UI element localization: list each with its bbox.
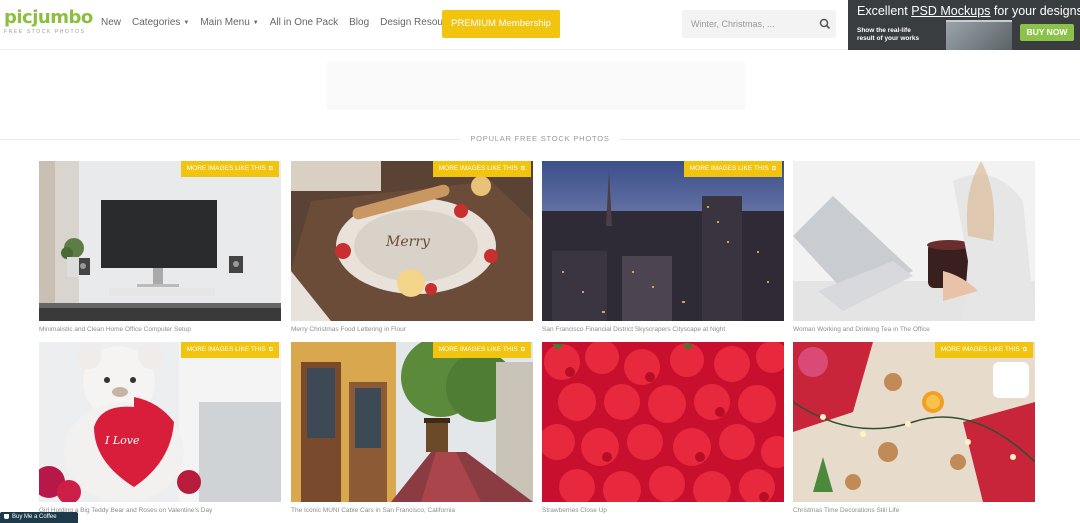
nav-all-in-one-pack[interactable]: All in One Pack — [270, 17, 338, 28]
main-nav: New Categories ▼ Main Menu ▼ All in One Pa… — [101, 17, 473, 28]
photo-card[interactable]: MORE IMAGES LIKE THIS ⧉ The Iconic MUNI C… — [291, 342, 533, 514]
ad-buy-now-button[interactable]: BUY NOW — [1020, 24, 1074, 41]
logo-tagline: FREE STOCK PHOTOS — [4, 29, 86, 35]
external-link-icon: ⧉ — [520, 166, 525, 172]
nav-label: Categories — [132, 17, 181, 28]
more-images-badge[interactable]: MORE IMAGES LIKE THIS ⧉ — [180, 161, 279, 177]
photo-caption[interactable]: Woman Working and Drinking Tea in The Of… — [793, 326, 1035, 333]
nav-new[interactable]: New — [101, 17, 121, 28]
svg-text:I Love: I Love — [104, 434, 140, 447]
nav-label: All in One Pack — [269, 17, 339, 28]
more-images-badge[interactable]: MORE IMAGES LIKE THIS ⧉ — [432, 342, 531, 358]
photo-thumbnail[interactable]: MORE IMAGES LIKE THIS ⧉ — [542, 161, 784, 321]
external-link-icon: ⧉ — [520, 347, 525, 353]
more-images-badge[interactable]: MORE IMAGES LIKE THIS ⧉ — [934, 342, 1033, 358]
nav-label: Blog — [349, 17, 370, 28]
photo-thumbnail[interactable] — [793, 161, 1035, 321]
photo-caption[interactable]: Christmas Time Decorations Still Life — [793, 507, 1035, 514]
nav-label: New — [101, 17, 122, 28]
photo-card[interactable]: Strawberries Close Up — [542, 342, 784, 514]
buy-me-a-coffee-button[interactable]: Buy Me a Coffee — [0, 512, 78, 523]
site-header: picjumbo FREE STOCK PHOTOS New Categorie… — [0, 0, 1080, 50]
photo-card[interactable]: I Love MORE IMAGES LIKE THIS ⧉ Girl Holdi… — [39, 342, 281, 514]
more-images-badge[interactable]: MORE IMAGES LIKE THIS ⧉ — [683, 161, 782, 177]
photo-card[interactable]: MORE IMAGES LIKE THIS ⧉ Minimalistic and … — [39, 161, 281, 333]
nav-categories[interactable]: Categories ▼ — [132, 17, 189, 28]
more-images-badge[interactable]: MORE IMAGES LIKE THIS ⧉ — [432, 161, 531, 177]
photo-card[interactable]: Merry MORE IMAGES LIKE THIS ⧉ Merry Chris… — [291, 161, 533, 333]
coffee-cup-icon — [4, 514, 9, 519]
photo-thumbnail[interactable]: Merry MORE IMAGES LIKE THIS ⧉ — [291, 161, 533, 321]
search-input[interactable] — [682, 10, 836, 38]
photo-thumbnail[interactable]: MORE IMAGES LIKE THIS ⧉ — [291, 342, 533, 502]
photo-caption[interactable]: Merry Christmas Food Lettering in Flour — [291, 326, 533, 333]
photo-card[interactable]: Woman Working and Drinking Tea in The Of… — [793, 161, 1035, 333]
photo-card[interactable]: MORE IMAGES LIKE THIS ⧉ San Francisco Fin… — [542, 161, 784, 333]
ad-title: Excellent PSD Mockups for your designs — [857, 4, 1080, 18]
section-title: POPULAR FREE STOCK PHOTOS — [0, 134, 1080, 143]
chevron-down-icon: ▼ — [252, 20, 259, 26]
photo-caption[interactable]: San Francisco Financial District Skyscra… — [542, 326, 784, 333]
photo-thumbnail[interactable]: I Love MORE IMAGES LIKE THIS ⧉ — [39, 342, 281, 502]
nav-blog[interactable]: Blog — [349, 17, 369, 28]
ad-banner[interactable]: Excellent PSD Mockups for your designs S… — [848, 0, 1080, 50]
external-link-icon: ⧉ — [1022, 347, 1027, 353]
svg-text:Merry: Merry — [385, 234, 431, 250]
ad-subtitle: Show the real-life result of your works — [857, 27, 920, 42]
external-link-icon: ⧉ — [268, 347, 273, 353]
more-images-badge[interactable]: MORE IMAGES LIKE THIS ⧉ — [180, 342, 279, 358]
photo-card[interactable]: MORE IMAGES LIKE THIS ⧉ Christmas Time De… — [793, 342, 1035, 514]
search-icon[interactable] — [819, 18, 831, 30]
site-logo[interactable]: picjumbo FREE STOCK PHOTOS — [4, 7, 93, 36]
photo-thumbnail[interactable]: MORE IMAGES LIKE THIS ⧉ — [793, 342, 1035, 502]
external-link-icon: ⧉ — [771, 166, 776, 172]
photo-thumbnail[interactable]: MORE IMAGES LIKE THIS ⧉ — [39, 161, 281, 321]
premium-membership-button[interactable]: PREMIUM Membership — [442, 10, 560, 38]
ad-placeholder — [327, 62, 745, 110]
ad-mockup-image — [946, 20, 1012, 50]
nav-main-menu[interactable]: Main Menu ▼ — [200, 17, 258, 28]
photo-caption[interactable]: Minimalistic and Clean Home Office Compu… — [39, 326, 281, 333]
chevron-down-icon: ▼ — [183, 20, 190, 26]
coffee-label: Buy Me a Coffee — [12, 514, 57, 520]
photo-thumbnail[interactable] — [542, 342, 784, 502]
logo-text: picjumbo — [4, 7, 93, 28]
nav-label: Main Menu — [200, 17, 250, 28]
photo-caption[interactable]: Strawberries Close Up — [542, 507, 784, 514]
photo-caption[interactable]: The Iconic MUNI Cable Cars in San Franci… — [291, 507, 533, 514]
external-link-icon: ⧉ — [268, 166, 273, 172]
